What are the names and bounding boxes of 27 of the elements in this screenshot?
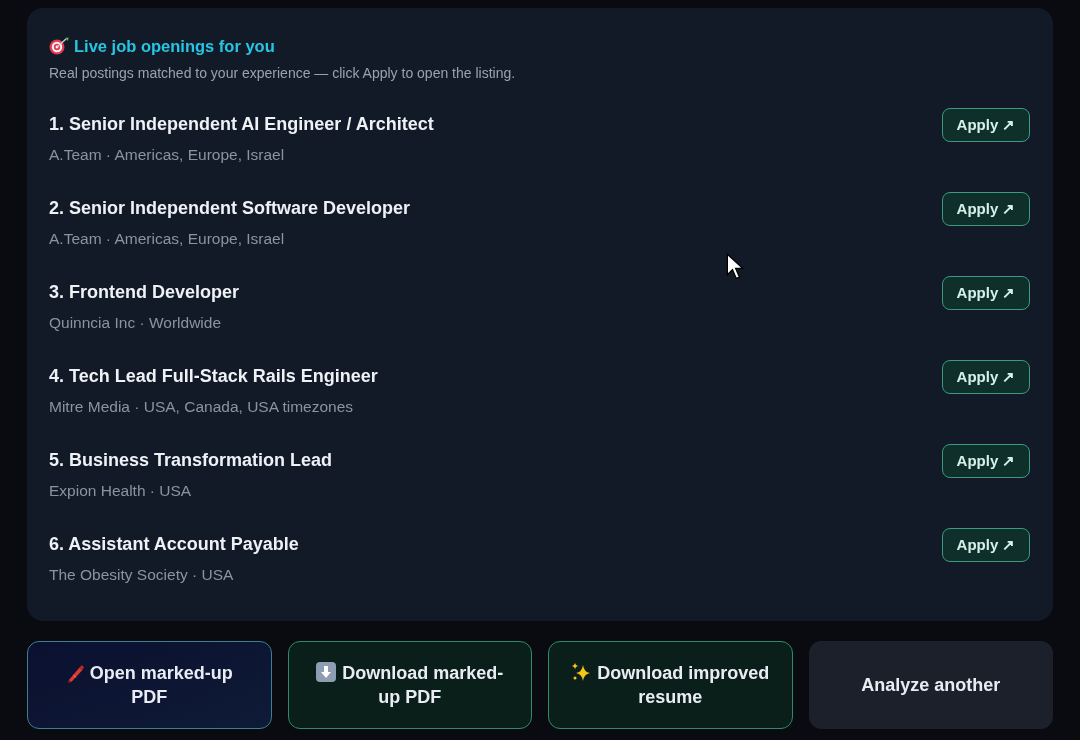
job-company-location: A.Team · Americas, Europe, Israel	[49, 230, 285, 248]
crayon-icon	[65, 663, 84, 683]
job-title: 6. Assistant Account Payable	[49, 533, 299, 556]
apply-button[interactable]: Apply ↗	[942, 276, 1030, 310]
job-company-location: Mitre Media · USA, Canada, USA timezones	[49, 398, 354, 416]
apply-button[interactable]: Apply ↗	[942, 360, 1030, 394]
apply-button[interactable]: Apply ↗	[942, 108, 1030, 142]
job-company-location: Quinncia Inc · Worldwide	[49, 314, 221, 332]
job-company-location: Expion Health · USA	[49, 482, 192, 500]
target-icon	[49, 37, 69, 55]
analyze-another-button[interactable]: Analyze another	[808, 641, 1053, 729]
apply-button[interactable]: Apply ↗	[942, 192, 1030, 226]
mouse-pointer-icon	[725, 253, 745, 281]
job-title: 2. Senior Independent Software Developer	[49, 197, 411, 220]
job-company-location: A.Team · Americas, Europe, Israel	[49, 146, 285, 164]
section-subtitle: Real postings matched to your experience — click Apply to open the listing.	[49, 64, 516, 82]
section-title: Live job openings for you	[74, 36, 275, 56]
job-title: 4. Tech Lead Full-Stack Rails Engineer	[49, 365, 378, 388]
action-button[interactable]: Open marked-up PDF	[27, 641, 272, 729]
job-title: 3. Frontend Developer	[49, 281, 240, 304]
apply-button[interactable]: Apply ↗	[942, 528, 1030, 562]
job-title: 1. Senior Independent AI Engineer / Architect	[49, 113, 434, 136]
job-company-location: The Obesity Society · USA	[49, 566, 234, 584]
action-button[interactable]: Download marked-up PDF	[287, 641, 532, 729]
action-button[interactable]: Download improved resume	[548, 641, 793, 729]
apply-button[interactable]: Apply ↗	[942, 444, 1030, 478]
job-title: 5. Business Transformation Lead	[49, 449, 333, 472]
